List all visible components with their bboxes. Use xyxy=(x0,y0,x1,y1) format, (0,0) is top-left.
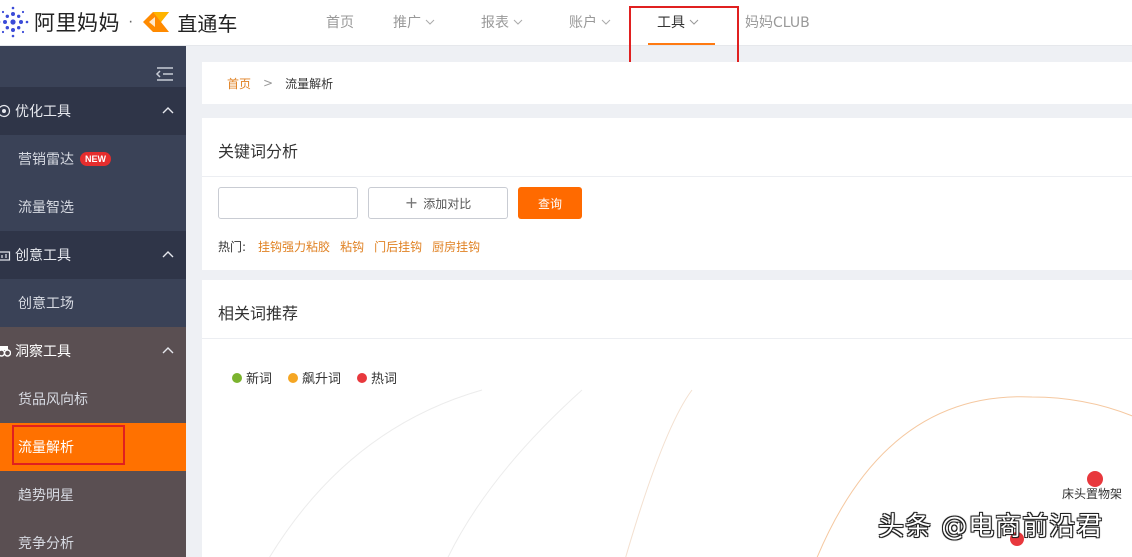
watermark: 头条 @电商前沿君 xyxy=(878,512,1104,542)
sidebar-group-creative[interactable]: 创意工具 xyxy=(0,231,186,279)
chart-legend: 新词 飙升词 热词 xyxy=(232,368,413,387)
creative-icon xyxy=(0,251,11,261)
sidebar-group-label: 优化工具 xyxy=(15,104,71,120)
sidebar-group-insight[interactable]: 洞察工具 xyxy=(0,327,186,375)
sidebar-item-competition-analysis[interactable]: 竞争分析 xyxy=(0,519,186,557)
sidebar-group-label: 洞察工具 xyxy=(15,344,71,360)
breadcrumb: 首页 > 流量解析 xyxy=(202,62,1132,104)
sidebar-item-label: 营销雷达 xyxy=(18,152,74,168)
legend-item-rising[interactable]: 飙升词 xyxy=(288,368,341,387)
legend-label: 飙升词 xyxy=(302,372,342,387)
plus-icon: + xyxy=(404,193,419,212)
legend-dot xyxy=(232,372,242,383)
nav-label: 妈妈CLUB xyxy=(745,15,810,31)
nav-label: 首页 xyxy=(326,15,354,31)
divider xyxy=(202,176,1132,177)
keyword-analysis-title: 关键词分析 xyxy=(218,142,299,161)
hot-keyword-link[interactable]: 挂钩强力粘胶 xyxy=(258,238,330,255)
hot-label: 热门: xyxy=(218,240,247,254)
hot-keyword-link[interactable]: 厨房挂钩 xyxy=(432,238,480,255)
related-words-title: 相关词推荐 xyxy=(218,304,299,323)
product-name: 直通车 xyxy=(177,11,238,36)
bubble-label[interactable]: 床头置物架 xyxy=(1062,485,1122,502)
insight-icon xyxy=(0,346,11,357)
chevron-up-icon xyxy=(162,107,174,114)
add-compare-button[interactable]: + 添加对比 xyxy=(368,187,508,219)
nav-promotion[interactable]: 推广 xyxy=(393,12,435,32)
orbit-ring xyxy=(269,389,483,557)
hot-keyword-link[interactable]: 门后挂钩 xyxy=(374,238,422,255)
query-button[interactable]: 查询 xyxy=(518,187,582,219)
brand-name: 阿里妈妈 xyxy=(34,11,120,35)
sidebar-item-product-trend[interactable]: 货品风向标 xyxy=(0,375,186,423)
chevron-down-icon xyxy=(601,19,611,25)
sidebar-item-label: 货品风向标 xyxy=(18,392,88,408)
optimize-icon xyxy=(0,104,11,118)
alimama-logo-icon xyxy=(0,6,29,38)
sidebar-item-label: 竞争分析 xyxy=(18,536,74,552)
brand-separator: · xyxy=(128,13,134,30)
brand-logo[interactable]: 阿里妈妈 · 直通车 xyxy=(0,6,237,38)
nav-reports[interactable]: 报表 xyxy=(481,12,523,32)
sidebar-item-traffic-select[interactable]: 流量智选 xyxy=(0,183,186,231)
nav-home[interactable]: 首页 xyxy=(326,12,354,32)
chevron-down-icon xyxy=(513,19,523,25)
legend-item-hot[interactable]: 热词 xyxy=(357,368,397,387)
sidebar-item-marketing-radar[interactable]: 营销雷达 NEW xyxy=(0,135,186,183)
keyword-input[interactable] xyxy=(218,187,358,219)
top-navigation-bar: 阿里妈妈 · 直通车 首页 推广 报表 账户 工具 妈妈CLUB xyxy=(0,0,1132,46)
add-compare-label: 添加对比 xyxy=(423,196,472,211)
chevron-up-icon xyxy=(162,347,174,354)
sidebar-item-creative-workshop[interactable]: 创意工场 xyxy=(0,279,186,327)
sidebar-item-trend-star[interactable]: 趋势明星 xyxy=(0,471,186,519)
collapse-menu-icon[interactable] xyxy=(155,66,175,82)
keyword-analysis-card: 关键词分析 + 添加对比 查询 热门: 挂钩强力粘胶 粘钩 门后挂钩 厨房挂钩 xyxy=(202,118,1132,270)
new-badge: NEW xyxy=(80,152,111,166)
sidebar-item-label: 创意工场 xyxy=(18,296,74,312)
legend-item-new[interactable]: 新词 xyxy=(232,368,272,387)
annotation-box-tools xyxy=(629,6,739,65)
nav-label: 报表 xyxy=(481,15,509,31)
ztc-logo-icon xyxy=(143,12,170,32)
hot-keyword-link[interactable]: 粘钩 xyxy=(340,238,364,255)
orbit-ring xyxy=(625,389,693,557)
sidebar-group-label: 创意工具 xyxy=(15,248,71,264)
annotation-box-traffic-analysis xyxy=(12,425,125,465)
nav-mama-club[interactable]: 妈妈CLUB xyxy=(745,12,810,32)
divider xyxy=(202,338,1132,339)
legend-dot xyxy=(288,372,299,383)
chevron-up-icon xyxy=(162,251,174,258)
nav-label: 推广 xyxy=(393,15,421,31)
legend-dot xyxy=(357,372,368,383)
breadcrumb-current: 流量解析 xyxy=(285,76,334,91)
sidebar-group-optimize[interactable]: 优化工具 xyxy=(0,87,186,135)
nav-account[interactable]: 账户 xyxy=(569,12,611,32)
sidebar-item-label: 流量智选 xyxy=(18,200,74,216)
breadcrumb-separator: > xyxy=(263,76,274,90)
breadcrumb-home-link[interactable]: 首页 xyxy=(227,75,251,92)
orbit-ring xyxy=(447,389,583,557)
legend-label: 热词 xyxy=(371,372,398,387)
chevron-down-icon xyxy=(425,19,435,25)
sidebar-item-label: 趋势明星 xyxy=(18,488,74,504)
nav-label: 账户 xyxy=(569,15,597,31)
legend-label: 新词 xyxy=(246,372,273,387)
hot-keywords-row: 热门: 挂钩强力粘胶 粘钩 门后挂钩 厨房挂钩 xyxy=(218,238,490,255)
